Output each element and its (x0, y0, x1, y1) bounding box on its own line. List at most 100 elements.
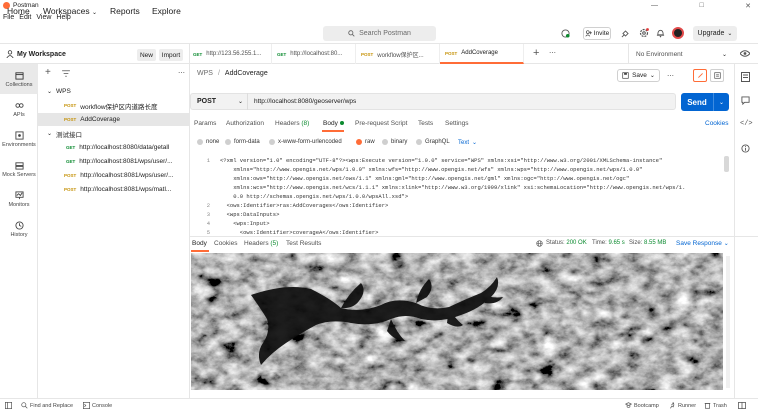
code-snippet-icon[interactable]: </> (740, 120, 753, 128)
tabs-more-icon[interactable]: ⋯ (549, 49, 556, 57)
sidebar-item-monitors[interactable]: Monitors (0, 184, 38, 214)
radio-raw[interactable]: raw (356, 139, 375, 145)
maximize-icon[interactable]: □ (699, 2, 703, 10)
response-tab-headers[interactable]: Headers (5) (244, 240, 278, 247)
nav-workspaces[interactable]: Workspaces ⌄ (43, 6, 97, 16)
list-item[interactable]: GET http://localhost:8080/data/getall (38, 141, 190, 154)
bootcamp-button[interactable]: Bootcamp (625, 402, 659, 409)
nav-reports[interactable]: Reports (110, 6, 140, 16)
plus-icon[interactable]: + (45, 68, 51, 78)
code-line: <ows:Identifier>ras:AddCoverages</ows:Id… (220, 202, 389, 209)
info-icon[interactable] (741, 144, 750, 153)
radio-none[interactable]: none (197, 139, 219, 145)
runner-button[interactable]: Runner (669, 402, 696, 409)
sidebar-item-apis[interactable]: APIs (0, 94, 38, 124)
send-dropdown[interactable]: ⌄ (713, 93, 729, 111)
layout-icon[interactable] (738, 402, 746, 409)
documentation-icon[interactable] (741, 72, 750, 82)
tab-headers[interactable]: Headers (8) (275, 120, 309, 127)
close-icon[interactable]: ✕ (745, 2, 751, 10)
folder-wps[interactable]: ⌄ WPS (38, 85, 190, 98)
more-options-icon[interactable]: ⋯ (667, 72, 674, 80)
folder-test[interactable]: ⌄ 测试接口 (38, 127, 190, 140)
response-tab-cookies[interactable]: Cookies (214, 240, 237, 247)
invite-button[interactable]: Invite (583, 27, 611, 40)
radio-binary[interactable]: binary (382, 139, 407, 145)
tab-settings[interactable]: Settings (445, 120, 469, 127)
find-replace-button[interactable]: Find and Replace (21, 402, 73, 409)
tab-prerequest[interactable]: Pre-request Script (355, 120, 407, 127)
sync-icon[interactable] (561, 29, 570, 38)
edit-button[interactable] (693, 69, 707, 82)
sidebar-toggle-icon[interactable] (5, 402, 12, 409)
method-select[interactable]: POST ⌄ (190, 93, 248, 110)
nav-home[interactable]: Home (7, 6, 30, 16)
sidebar-item-collections[interactable]: Collections (0, 64, 38, 94)
code-line: <?xml version="1.0" encoding="UTF-8"?><w… (220, 157, 663, 164)
comments-icon[interactable] (741, 96, 750, 105)
response-scrollbar[interactable] (726, 256, 730, 388)
workspace-name[interactable]: My Workspace (6, 50, 66, 58)
breadcrumb-item[interactable]: AddCoverage (225, 70, 268, 77)
sidebar-item-history[interactable]: History (0, 214, 38, 244)
radio-graphql[interactable]: GraphQL (416, 139, 450, 145)
new-tab-plus-icon[interactable]: + (533, 47, 539, 59)
list-item[interactable]: GET http://localhost:8081/wps/user/... (38, 155, 190, 168)
cookies-link[interactable]: Cookies (705, 120, 728, 127)
search-icon (21, 402, 28, 409)
environment-select[interactable]: No Environment ⌄ (628, 44, 731, 64)
sidebar-item-mock-servers[interactable]: Mock Servers (0, 154, 38, 184)
tab-authorization[interactable]: Authorization (226, 120, 264, 127)
upgrade-button[interactable]: Upgrade ⌄ (693, 26, 737, 41)
tab-request-active[interactable]: POST AddCoverage (440, 44, 524, 64)
bell-icon[interactable] (656, 28, 665, 38)
response-tab-body[interactable]: Body (192, 240, 207, 247)
satellite-icon[interactable] (621, 29, 630, 38)
chevron-down-icon: ⌄ (721, 51, 727, 58)
new-button[interactable]: New (137, 49, 156, 61)
editor-scrollbar[interactable] (724, 156, 729, 172)
headers-label: Headers (244, 240, 269, 247)
globe-icon[interactable] (536, 240, 543, 247)
tab-params[interactable]: Params (194, 120, 216, 127)
tab-request[interactable]: GET http://localhost:80... (272, 44, 356, 64)
sidebar-item-environments[interactable]: Environments (0, 124, 38, 154)
active-tab-underline (322, 130, 344, 132)
radio-form-data[interactable]: form-data (225, 139, 260, 145)
filter-icon[interactable] (62, 70, 70, 77)
save-response-button[interactable]: Save Response ⌄ (676, 240, 729, 247)
eye-icon[interactable] (740, 50, 750, 57)
right-rail (734, 64, 758, 398)
trash-button[interactable]: Trash (704, 402, 727, 409)
body-format-select[interactable]: Text ⌄ (458, 139, 477, 147)
settings-icon[interactable] (639, 28, 649, 38)
folder-label: WPS (56, 88, 71, 95)
radio-dot (197, 139, 203, 145)
avatar[interactable] (672, 27, 684, 39)
request-label: http://localhost:8080/data/getall (79, 144, 170, 151)
more-options-icon[interactable]: ⋯ (178, 69, 185, 77)
history-icon (14, 220, 24, 230)
minimize-icon[interactable]: — (651, 2, 658, 10)
tab-body[interactable]: Body (323, 120, 344, 127)
tab-tests[interactable]: Tests (418, 120, 433, 127)
breadcrumb-root[interactable]: WPS (197, 70, 213, 77)
rail-label: Mock Servers (2, 171, 36, 178)
radio-dot (269, 139, 275, 145)
nav-explore[interactable]: Explore (152, 6, 181, 16)
response-tab-tests[interactable]: Test Results (286, 240, 321, 247)
save-button[interactable]: Save ⌄ (617, 69, 660, 82)
docs-button[interactable] (710, 69, 724, 82)
console-button[interactable]: Console (83, 402, 112, 409)
list-item[interactable]: POST workflow保护区内道路长度 (38, 99, 190, 112)
tab-request[interactable]: GET http://123.56.255.1... (188, 44, 272, 64)
tab-request[interactable]: POST workflow保护区... (356, 44, 440, 64)
search-input[interactable]: Search Postman (323, 26, 436, 41)
import-button[interactable]: Import (159, 49, 183, 61)
radio-urlencoded[interactable]: x-www-form-urlencoded (269, 139, 342, 145)
url-input[interactable]: http://localhost:8080/geoserver/wps (254, 98, 356, 105)
list-item[interactable]: POST http://localhost:8081/wps/matl... (38, 183, 190, 196)
list-item-selected[interactable]: POST AddCoverage (38, 113, 190, 126)
list-item[interactable]: POST http://localhost:8081/wps/user/... (38, 169, 190, 182)
send-button[interactable]: Send (681, 93, 713, 111)
